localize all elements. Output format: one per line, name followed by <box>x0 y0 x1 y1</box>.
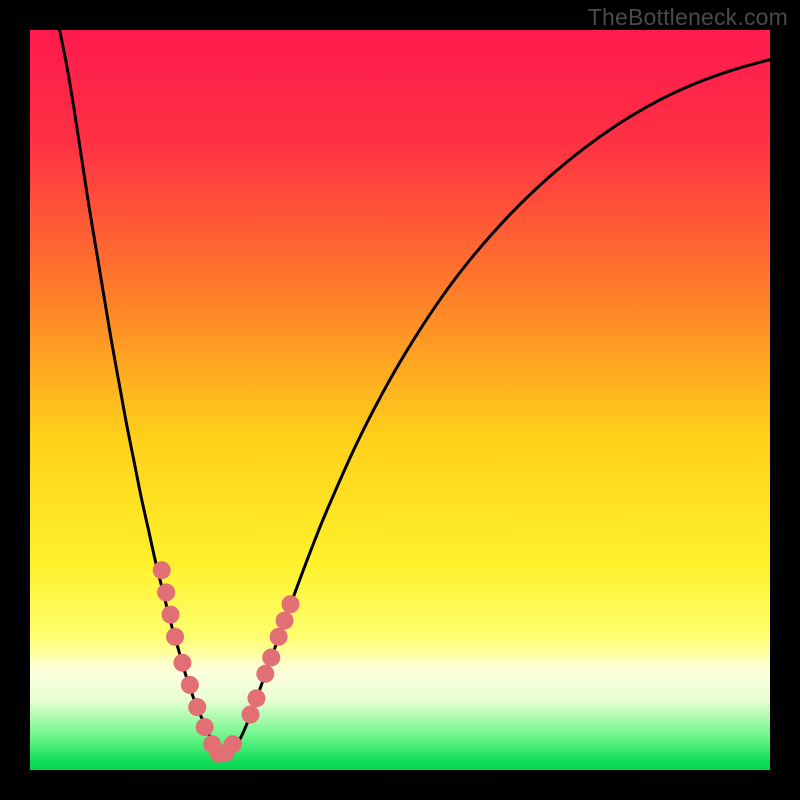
highlight-dot <box>153 561 171 579</box>
highlight-dot <box>166 628 184 646</box>
highlight-dot <box>188 698 206 716</box>
highlight-dot <box>196 718 214 736</box>
bottleneck-curve <box>60 30 770 755</box>
chart-frame: TheBottleneck.com <box>0 0 800 800</box>
highlight-dot <box>247 689 265 707</box>
highlight-dot <box>181 676 199 694</box>
highlight-dot <box>276 612 294 630</box>
watermark-text: TheBottleneck.com <box>588 4 788 31</box>
plot-area <box>30 30 770 770</box>
highlight-dot <box>162 606 180 624</box>
highlight-dot <box>262 649 280 667</box>
highlight-dot <box>224 735 242 753</box>
highlight-dots <box>153 561 300 763</box>
highlight-dot <box>173 654 191 672</box>
highlight-dot <box>242 706 260 724</box>
highlight-dot <box>256 665 274 683</box>
highlight-dot <box>270 628 288 646</box>
highlight-dot <box>157 583 175 601</box>
highlight-dot <box>281 595 299 613</box>
curve-layer <box>30 30 770 770</box>
